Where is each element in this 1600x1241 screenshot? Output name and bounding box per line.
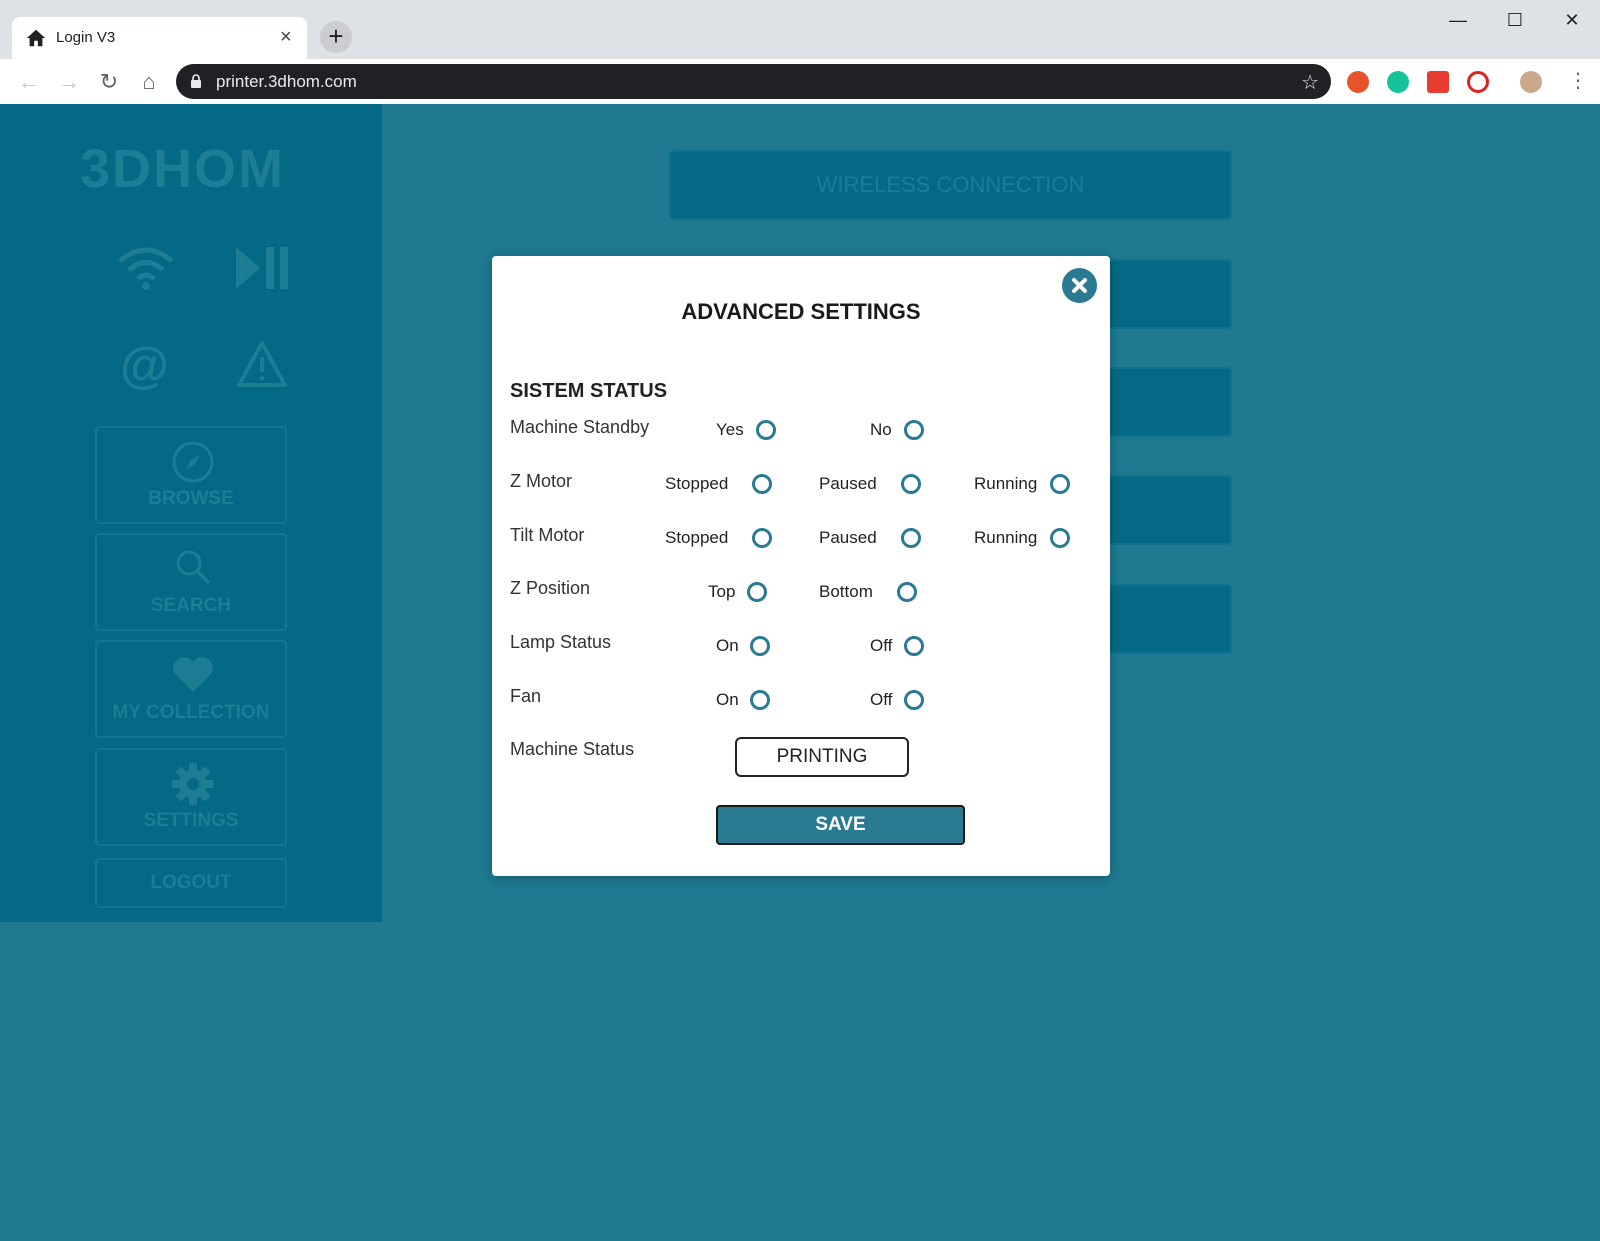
tab-close-icon[interactable]: × [280,26,292,48]
lock-icon [191,74,201,88]
wifi-icon[interactable] [116,245,176,291]
radio-tilt-motor-running[interactable] [1050,528,1070,548]
row-label-machine-status: Machine Status [510,739,635,759]
row-label-z-motor: Z Motor [510,471,573,491]
email-icon[interactable]: @ [120,336,169,394]
option-label: Stopped [665,528,729,547]
radio-z-motor-paused[interactable] [901,474,921,494]
section-title: SISTEM STATUS [510,380,668,402]
sidebar-item-label: MY COLLECTION [112,702,270,723]
main-button-label: WIRELESS CONNECTION [816,172,1085,197]
option-label: Paused [819,474,877,493]
forward-button[interactable]: → [56,69,82,95]
gear-icon [172,763,214,805]
warning-icon[interactable] [236,340,288,388]
close-window-button[interactable]: ✕ [1552,6,1592,34]
wireless-connection-button[interactable]: WIRELESS CONNECTION [669,150,1232,220]
close-icon [1072,278,1087,293]
address-bar[interactable]: printer.3dhom.com ☆ [176,64,1331,99]
radio-lamp-status-on[interactable] [750,636,770,656]
sidebar-item-search[interactable]: SEARCH [95,533,287,631]
new-tab-button[interactable]: + [320,21,352,53]
extension-icon[interactable] [1347,71,1369,93]
option-label: Stopped [665,474,729,493]
bookmark-star-icon[interactable]: ☆ [1301,70,1319,95]
row-label-machine-standby: Machine Standby [510,417,650,437]
url-text[interactable]: printer.3dhom.com [216,72,357,92]
compass-icon [172,441,214,483]
option-label: On [716,690,739,709]
block-icon[interactable] [1467,71,1489,93]
row-label-fan: Fan [510,686,542,706]
logout-button[interactable]: LOGOUT [95,858,287,908]
logout-label: LOGOUT [150,872,232,893]
sidebar-item-label: SEARCH [150,595,232,616]
radio-z-position-top[interactable] [747,582,767,602]
radio-z-motor-running[interactable] [1050,474,1070,494]
option-label: No [870,420,892,439]
save-button[interactable]: SAVE [716,805,965,845]
radio-fan-on[interactable] [750,690,770,710]
option-label: Running [974,528,1038,547]
radio-fan-off[interactable] [904,690,924,710]
grammarly-icon[interactable] [1387,71,1409,93]
option-label: On [716,636,739,655]
browser-menu-icon[interactable]: ⋮ [1568,69,1588,93]
logo: 3DHOM [80,139,286,199]
back-button[interactable]: ← [16,69,42,95]
avatar[interactable] [1520,71,1542,93]
machine-status-value: PRINTING [735,737,909,777]
row-label-lamp-status: Lamp Status [510,632,612,652]
option-label: Yes [716,420,744,439]
row-label-tilt-motor: Tilt Motor [510,525,585,545]
browser-toolbar: ← → ↻ ⌂ printer.3dhom.com ☆ ⋮ [0,59,1600,104]
sidebar-item-settings[interactable]: SETTINGS [95,748,287,846]
modal-title: ADVANCED SETTINGS [681,299,921,324]
radio-machine-standby-yes[interactable] [756,420,776,440]
reload-button[interactable]: ↻ [96,69,122,95]
option-label: Off [870,690,893,709]
option-label: Paused [819,528,877,547]
sidebar-item-label: BROWSE [148,488,234,509]
play-pause-icon[interactable] [234,245,290,291]
option-label: Off [870,636,893,655]
heart-icon [173,657,213,692]
modal-close-button[interactable] [1062,268,1097,303]
radio-lamp-status-off[interactable] [904,636,924,656]
radio-machine-standby-no[interactable] [904,420,924,440]
radio-z-position-bottom[interactable] [897,582,917,602]
extension-calendar-icon[interactable] [1427,71,1449,93]
radio-tilt-motor-paused[interactable] [901,528,921,548]
minimize-button[interactable]: — [1438,6,1478,34]
radio-tilt-motor-stopped[interactable] [752,528,772,548]
browser-chrome: Login V3 × + — ☐ ✕ ← → ↻ ⌂ printer.3dhom… [0,0,1600,104]
home-button[interactable]: ⌂ [136,69,162,95]
advanced-settings-modal: ADVANCED SETTINGS SISTEM STATUS Machine … [492,256,1110,876]
browser-tab[interactable]: Login V3 × [12,17,307,59]
option-label: Top [708,582,736,601]
tab-title: Login V3 [56,29,116,46]
sidebar-item-my-collection[interactable]: MY COLLECTION [95,640,287,738]
maximize-button[interactable]: ☐ [1495,6,1535,34]
option-label: Bottom [819,582,873,601]
home-icon [26,29,46,47]
search-icon [176,550,211,585]
radio-z-motor-stopped[interactable] [752,474,772,494]
option-label: Running [974,474,1038,493]
row-label-z-position: Z Position [510,578,591,598]
sidebar-item-browse[interactable]: BROWSE [95,426,287,524]
sidebar-item-label: SETTINGS [143,810,239,831]
